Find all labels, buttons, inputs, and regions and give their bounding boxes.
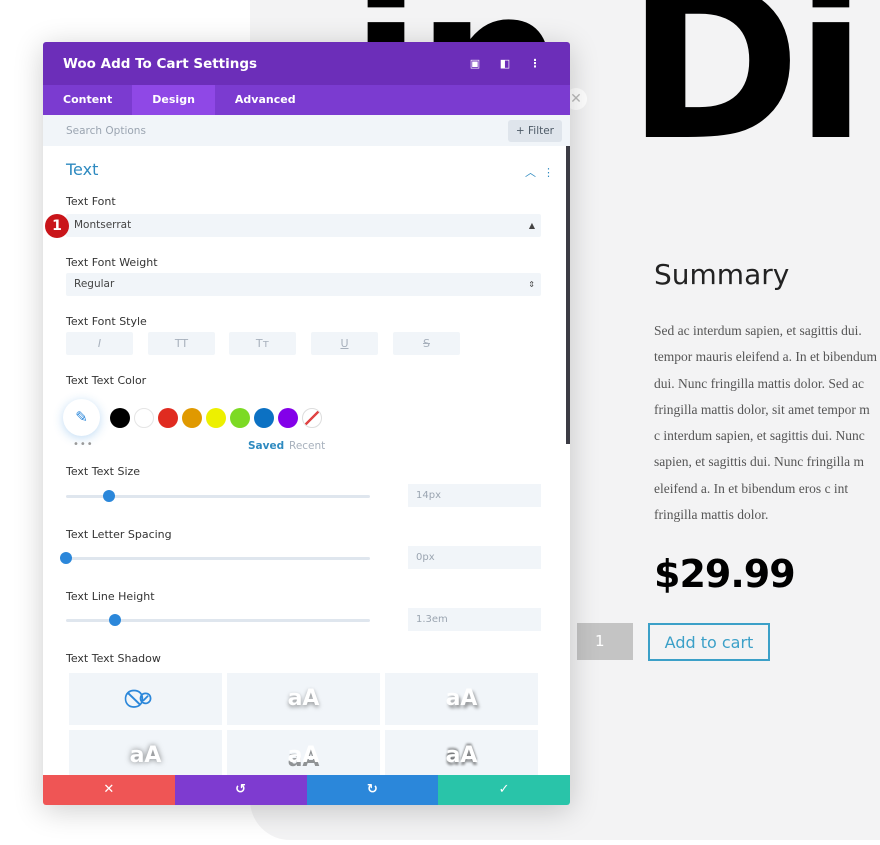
color-swatch[interactable] xyxy=(206,408,226,428)
text-size-label: Text Text Size xyxy=(66,465,141,478)
line-height-slider[interactable] xyxy=(66,614,370,626)
color-swatch[interactable] xyxy=(182,408,202,428)
line-height-label: Text Line Height xyxy=(66,590,155,603)
text-size-slider[interactable] xyxy=(66,490,370,502)
slider-handle[interactable] xyxy=(102,490,115,502)
modal-footer: ✕ ↺ ↻ ✓ xyxy=(43,775,570,805)
section-controls: ︿ ⋮ xyxy=(525,164,554,180)
transparent-swatch[interactable] xyxy=(302,408,322,428)
line-height-input[interactable]: 1.3em xyxy=(408,608,541,631)
select-arrows-icon: ▲ xyxy=(528,221,535,230)
color-swatch[interactable] xyxy=(158,408,178,428)
shadow-option[interactable]: aA xyxy=(69,730,222,775)
text-font-label: Text Font xyxy=(66,195,116,208)
shadow-none-option[interactable]: ⃠⊘ xyxy=(69,673,222,725)
add-to-cart-button[interactable]: Add to cart xyxy=(648,623,770,661)
select-arrows-icon: ⇕ xyxy=(528,280,535,289)
font-weight-label: Text Font Weight xyxy=(66,256,158,269)
desc-line: sapien, et sagittis dui. Nunc fringilla … xyxy=(654,454,864,470)
select-value: Regular xyxy=(74,278,115,290)
desc-line: tempor mauris eleifend a. In et bibendum xyxy=(654,349,878,365)
more-vertical-icon[interactable]: ⋮ xyxy=(520,57,550,70)
shadow-option[interactable]: aA xyxy=(385,730,538,775)
desc-line: fringilla mattis dolor. xyxy=(654,507,769,523)
select-value: Montserrat xyxy=(74,219,132,231)
text-size-input[interactable]: 14px xyxy=(408,484,541,507)
undo-button[interactable]: ↺ xyxy=(174,775,307,805)
settings-modal: Woo Add To Cart Settings ▣ ◧ ⋮ Content D… xyxy=(43,42,570,805)
quantity-input[interactable]: 1 xyxy=(577,623,633,660)
color-swatch[interactable] xyxy=(134,408,154,428)
cancel-button[interactable]: ✕ xyxy=(43,775,175,805)
uppercase-button[interactable]: TT xyxy=(148,332,215,355)
color-swatch[interactable] xyxy=(278,408,298,428)
color-swatch[interactable] xyxy=(110,408,130,428)
filter-button[interactable]: + Filter xyxy=(507,119,562,142)
letter-spacing-label: Text Letter Spacing xyxy=(66,528,172,541)
text-color-label: Text Text Color xyxy=(66,374,147,387)
saved-tab[interactable]: Saved xyxy=(248,440,284,452)
modal-header: Woo Add To Cart Settings ▣ ◧ ⋮ xyxy=(43,42,570,85)
chevron-up-icon[interactable]: ︿ xyxy=(525,166,536,179)
search-bar: Search Options + Filter xyxy=(43,115,570,146)
section-title: Text xyxy=(66,160,99,179)
tab-bar: Content Design Advanced xyxy=(43,85,570,115)
underline-button[interactable]: U xyxy=(311,332,378,355)
letter-spacing-input[interactable]: 0px xyxy=(408,546,541,569)
modal-body: Text ︿ ⋮ Text Font 1 Montserrat ▲ Text Fo… xyxy=(43,146,570,775)
desc-line: Sed ac interdum sapien, et sagittis dui. xyxy=(654,323,862,338)
tab-advanced[interactable]: Advanced xyxy=(215,85,316,115)
desc-line: fringilla mattis dolor, sit amet tempor … xyxy=(654,401,870,417)
text-font-select[interactable]: Montserrat ▲ xyxy=(66,214,541,237)
recent-tab[interactable]: Recent xyxy=(289,440,325,452)
slider-handle[interactable] xyxy=(108,614,121,626)
color-swatch[interactable] xyxy=(230,408,250,428)
slider-handle[interactable] xyxy=(60,552,72,564)
desc-line: c interdum sapien, et sagittis dui. Nunc xyxy=(654,428,865,444)
fullscreen-icon[interactable]: ▣ xyxy=(460,57,490,70)
capitalize-button[interactable]: Tт xyxy=(229,332,296,355)
no-shadow-icon: ⊘ xyxy=(137,688,154,709)
strikethrough-button[interactable]: S xyxy=(393,332,460,355)
font-weight-select[interactable]: Regular ⇕ xyxy=(66,273,541,296)
desc-line: dui. Nunc fringilla mattis dolor. Sed ac xyxy=(654,375,864,391)
search-input[interactable]: Search Options xyxy=(66,125,508,137)
step-badge: 1 xyxy=(45,214,69,238)
summary-title: Summary xyxy=(654,258,790,291)
split-view-icon[interactable]: ◧ xyxy=(490,57,520,70)
font-style-label: Text Font Style xyxy=(66,315,147,328)
shadow-option[interactable]: aA xyxy=(227,730,380,775)
more-vertical-icon[interactable]: ⋮ xyxy=(543,166,554,179)
letter-spacing-slider[interactable] xyxy=(60,552,370,564)
scrollbar[interactable] xyxy=(566,146,570,444)
redo-button[interactable]: ↻ xyxy=(306,775,439,805)
tab-content[interactable]: Content xyxy=(43,85,132,115)
more-icon[interactable]: ••• xyxy=(73,439,94,450)
color-swatch[interactable] xyxy=(254,408,274,428)
save-button[interactable]: ✓ xyxy=(438,775,570,805)
product-price: $29.99 xyxy=(654,552,796,596)
italic-button[interactable]: I xyxy=(66,332,133,355)
eyedropper-icon[interactable]: ✎ xyxy=(63,399,100,436)
tab-design[interactable]: Design xyxy=(132,85,215,115)
desc-line: eleifend a. In et bibendum eros c int xyxy=(654,480,849,496)
modal-title: Woo Add To Cart Settings xyxy=(63,55,258,72)
shadow-option[interactable]: aA xyxy=(227,673,380,725)
shadow-option[interactable]: aA xyxy=(385,673,538,725)
product-description: Sed ac interdum sapien, et sagittis dui.… xyxy=(654,318,880,528)
text-shadow-label: Text Text Shadow xyxy=(66,652,161,665)
